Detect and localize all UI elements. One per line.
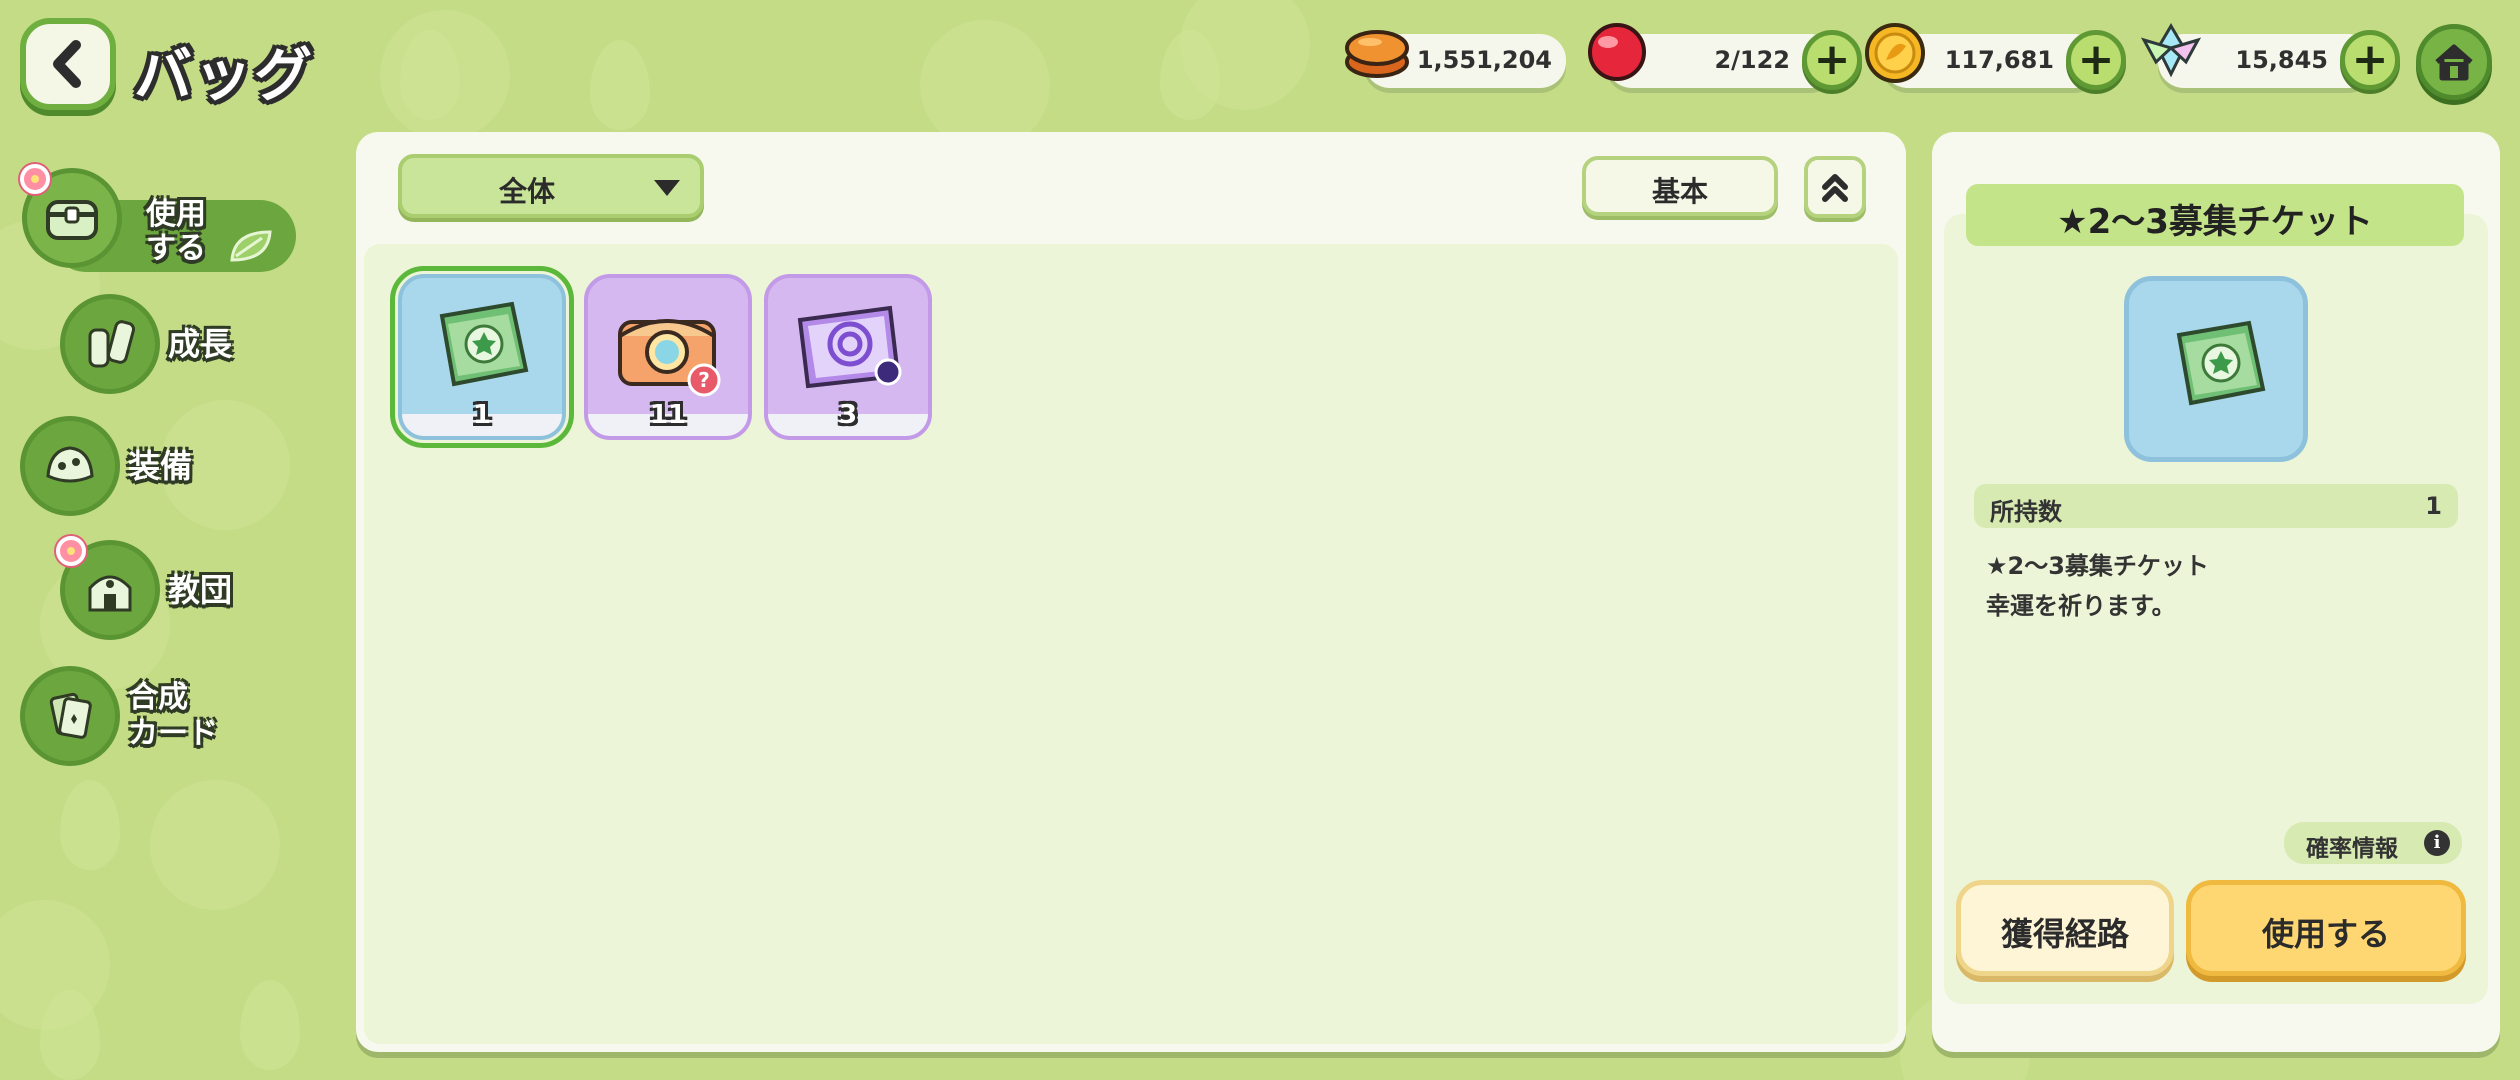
inventory-slot[interactable]: ? 11 xyxy=(584,274,752,440)
add-gold-coin-button[interactable]: + xyxy=(2066,30,2126,90)
double-chevron-up-icon xyxy=(1822,174,1848,202)
home-button[interactable] xyxy=(2416,24,2492,100)
gold-coin-icon xyxy=(1865,23,1925,83)
red-gem-value: 2/122 xyxy=(1714,46,1790,74)
chest-icon xyxy=(46,200,98,240)
acquisition-route-button[interactable]: 獲得経路 xyxy=(1956,880,2174,976)
sort-button[interactable]: 基本 xyxy=(1582,156,1778,216)
home-icon xyxy=(2435,44,2473,81)
sidebar-item-growth-label: 成長 xyxy=(168,325,233,363)
gold-coin-value: 117,681 xyxy=(1944,46,2054,74)
sidebar-item-use[interactable]: 使用 する xyxy=(20,164,296,274)
red-gem-icon xyxy=(1588,23,1646,81)
synthesis-tab-icon-circle xyxy=(20,666,120,766)
equipment-tab-icon-circle xyxy=(20,416,120,516)
info-icon: i xyxy=(2424,830,2450,856)
item-description-line-2: 幸運を祈ります。 xyxy=(1986,592,2176,620)
slot-count: 3 xyxy=(838,400,858,430)
cookie-value: 1,551,204 xyxy=(1416,46,1552,74)
sidebar-item-card-synthesis[interactable]: 合成 カード xyxy=(20,666,218,766)
crystal-value: 15,845 xyxy=(2235,46,2328,74)
sidebar-item-cult-label: 教団 xyxy=(168,571,233,609)
sidebar-item-use-label-1: 使用 xyxy=(146,197,206,232)
potion-bottles-icon xyxy=(88,320,136,368)
probability-info-button[interactable]: 確率情報 i xyxy=(2284,822,2462,864)
purple-ticket-icon xyxy=(797,305,902,389)
owned-count-row: 所持数 1 xyxy=(1974,484,2458,528)
hat-icon xyxy=(46,446,94,483)
sidebar-item-synthesis-label-2: カード xyxy=(128,716,218,751)
cookie-icon xyxy=(1345,30,1409,78)
inventory-slot[interactable]: 1 xyxy=(390,266,574,448)
owned-count-label: 所持数 xyxy=(1990,498,2062,526)
sidebar-item-use-label-2: する xyxy=(146,231,206,266)
inventory-panel: 全体 基本 1 ? 11 3 xyxy=(356,132,1906,1052)
item-description-line-1: ★2～3募集チケット xyxy=(1986,552,2209,580)
sidebar-item-growth[interactable]: 成長 xyxy=(60,294,232,394)
item-description: ★2～3募集チケット 幸運を祈ります。 xyxy=(1986,546,2209,626)
inventory-slot[interactable]: 3 xyxy=(764,274,932,440)
slot-count: 11 xyxy=(649,400,687,430)
svg-text:?: ? xyxy=(698,368,710,392)
temple-icon xyxy=(88,575,132,612)
item-title: ★2～3募集チケット xyxy=(1966,184,2464,246)
slot-count: 1 xyxy=(472,400,492,430)
notification-flower-icon xyxy=(20,164,50,194)
add-red-gem-button[interactable]: + xyxy=(1802,30,1862,90)
growth-tab-icon-circle xyxy=(60,294,160,394)
filter-dropdown-label: 全体 xyxy=(498,175,555,208)
filter-dropdown[interactable]: 全体 xyxy=(398,154,704,218)
item-preview xyxy=(2124,276,2308,462)
chevron-left-icon xyxy=(53,40,81,88)
use-item-button[interactable]: 使用する xyxy=(2186,880,2466,976)
leaf-icon xyxy=(230,230,272,262)
collapse-button[interactable] xyxy=(1804,156,1866,218)
item-detail-panel: ★2～3募集チケット 所持数 1 ★2～3募集チケット 幸運を祈ります。 確率情… xyxy=(1932,132,2500,1052)
back-button[interactable] xyxy=(20,18,116,110)
crystal-icon xyxy=(2140,23,2202,78)
treasure-chest-icon: ? xyxy=(618,319,721,397)
cards-icon xyxy=(49,692,92,739)
sidebar-item-cult[interactable]: 教団 xyxy=(60,540,232,640)
notification-flower-icon xyxy=(56,536,86,566)
sidebar-item-equipment-label: 装備 xyxy=(128,447,193,485)
page-title: バッグ xyxy=(134,41,315,109)
probability-info-label: 確率情報 xyxy=(2306,836,2398,862)
add-crystal-button[interactable]: + xyxy=(2340,30,2400,90)
green-ticket-icon xyxy=(439,301,529,387)
sidebar-item-equipment[interactable]: 装備 xyxy=(20,416,192,516)
sidebar-item-synthesis-label-1: 合成 xyxy=(128,680,188,715)
green-ticket-icon xyxy=(2176,320,2266,406)
caret-down-icon xyxy=(654,180,680,196)
owned-count-value: 1 xyxy=(2425,492,2442,520)
